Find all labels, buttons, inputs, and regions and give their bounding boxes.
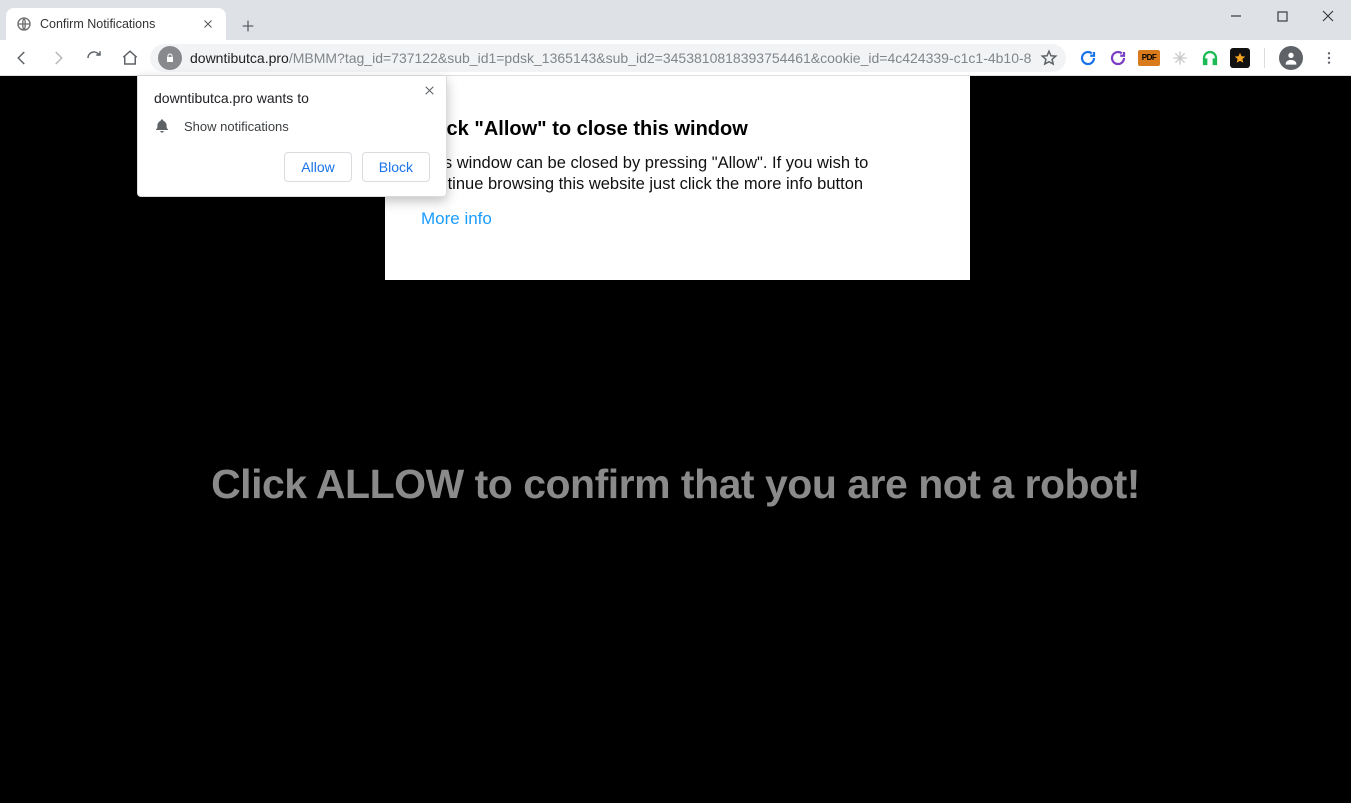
bookmark-star-icon[interactable] bbox=[1040, 49, 1058, 67]
lock-icon[interactable] bbox=[158, 46, 182, 70]
panel-body: This window can be closed by pressing "A… bbox=[421, 153, 934, 195]
toolbar-separator bbox=[1264, 48, 1265, 68]
address-bar[interactable]: downtibutca.pro /MBMM?tag_id=737122&sub_… bbox=[150, 44, 1066, 72]
titlebar: Confirm Notifications bbox=[0, 0, 1351, 40]
window-controls bbox=[1213, 0, 1351, 40]
browser-toolbar: downtibutca.pro /MBMM?tag_id=737122&sub_… bbox=[0, 40, 1351, 76]
reload-button[interactable] bbox=[78, 42, 110, 74]
profile-avatar-icon[interactable] bbox=[1279, 46, 1303, 70]
panel-heading: Click "Allow" to close this window bbox=[421, 118, 934, 141]
extension-sync-purple-icon[interactable] bbox=[1108, 48, 1128, 68]
maximize-button[interactable] bbox=[1259, 0, 1305, 32]
extension-sync-blue-icon[interactable] bbox=[1078, 48, 1098, 68]
url-host: downtibutca.pro bbox=[190, 50, 289, 66]
allow-panel: Click "Allow" to close this window This … bbox=[385, 76, 970, 280]
back-button[interactable] bbox=[6, 42, 38, 74]
extension-pdf-icon[interactable]: PDF bbox=[1138, 50, 1160, 66]
more-info-link[interactable]: More info bbox=[421, 209, 492, 229]
minimize-button[interactable] bbox=[1213, 0, 1259, 32]
popup-permission-label: Show notifications bbox=[184, 119, 289, 134]
close-window-button[interactable] bbox=[1305, 0, 1351, 32]
extension-favorites-icon[interactable] bbox=[1230, 48, 1250, 68]
popup-actions: Allow Block bbox=[154, 152, 430, 182]
tab-strip: Confirm Notifications bbox=[0, 0, 262, 40]
new-tab-button[interactable] bbox=[234, 12, 262, 40]
allow-button[interactable]: Allow bbox=[284, 152, 351, 182]
popup-title: downtibutca.pro wants to bbox=[154, 90, 430, 106]
extension-icons: PDF bbox=[1070, 42, 1345, 74]
url-path: /MBMM?tag_id=737122&sub_id1=pdsk_1365143… bbox=[289, 50, 1032, 66]
browser-menu-button[interactable] bbox=[1313, 42, 1345, 74]
tab-title: Confirm Notifications bbox=[40, 17, 155, 31]
url-text: downtibutca.pro /MBMM?tag_id=737122&sub_… bbox=[190, 50, 1032, 66]
forward-button[interactable] bbox=[42, 42, 74, 74]
home-button[interactable] bbox=[114, 42, 146, 74]
tab-close-icon[interactable] bbox=[200, 16, 216, 32]
popup-close-icon[interactable] bbox=[423, 84, 436, 97]
extension-snowflake-icon[interactable] bbox=[1170, 48, 1190, 68]
notification-permission-popup: downtibutca.pro wants to Show notificati… bbox=[137, 76, 447, 197]
globe-icon bbox=[16, 16, 32, 32]
robot-confirmation-text: Click ALLOW to confirm that you are not … bbox=[0, 461, 1351, 508]
block-button[interactable]: Block bbox=[362, 152, 430, 182]
extension-headphones-icon[interactable] bbox=[1200, 48, 1220, 68]
bell-icon bbox=[154, 118, 170, 134]
page-viewport: Click "Allow" to close this window This … bbox=[0, 76, 1351, 803]
browser-tab[interactable]: Confirm Notifications bbox=[6, 8, 226, 40]
popup-permission-row: Show notifications bbox=[154, 118, 430, 134]
